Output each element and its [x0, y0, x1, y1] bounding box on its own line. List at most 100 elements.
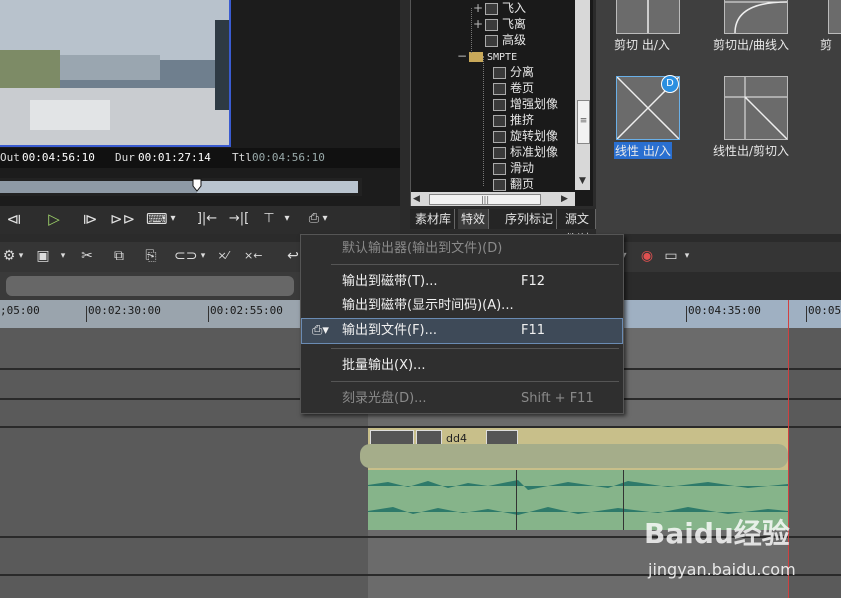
tree-item[interactable]: 推挤: [493, 112, 534, 128]
transition-thumb[interactable]: [724, 76, 788, 140]
layout-dropdown-icon[interactable]: ▾: [682, 247, 692, 265]
save-icon[interactable]: ▣: [34, 247, 52, 265]
video-clip[interactable]: dd4: [360, 428, 788, 470]
cut-icon[interactable]: ✂: [78, 247, 96, 265]
scroll-left-icon[interactable]: ◀: [413, 193, 425, 205]
export-icon: ⎙▾: [312, 323, 329, 338]
tree-horizontal-scrollbar[interactable]: ◀ ||| ▶: [411, 192, 575, 206]
export-dropdown-icon[interactable]: ▾: [320, 208, 330, 230]
ruler-tick-label: 00:04:35:00: [688, 304, 761, 317]
menu-item-burn-disc[interactable]: 刻录光盘(D)... Shift + F11: [302, 387, 622, 411]
blurred-clip-region: [360, 444, 788, 468]
tree-item-label: 翻页: [510, 177, 535, 191]
tab-library[interactable]: 素材库: [412, 209, 456, 229]
link-dropdown-icon[interactable]: ▾: [198, 247, 208, 265]
menu-item-export-to-tape-timecode[interactable]: 输出到磁带(显示时间码)(A)...: [302, 294, 622, 318]
transition-label: 剪切 出/入: [614, 38, 670, 52]
ruler-tick-label: 00:02:55:00: [210, 304, 283, 317]
step-forward-icon[interactable]: ⧐: [80, 208, 100, 230]
menu-item-export-to-file[interactable]: ⎙▾ 输出到文件(F)... F11: [301, 318, 623, 344]
ripple-delete-icon[interactable]: ×←: [244, 247, 262, 265]
delete-range-icon[interactable]: ×⁄: [214, 247, 232, 265]
menu-item-label: 刻录光盘(D)...: [342, 391, 427, 406]
ttl-label: Ttl: [232, 151, 252, 164]
tree-item[interactable]: + 飞离: [473, 16, 526, 32]
scrollbar-thumb[interactable]: |||: [429, 194, 541, 205]
tree-expander[interactable]: +: [473, 16, 485, 32]
out-timecode: 00:04:56:10: [22, 151, 95, 164]
tree-item[interactable]: 卷页: [493, 80, 534, 96]
link-icon[interactable]: ⊂⊃: [174, 247, 197, 265]
scrub-played: [0, 181, 197, 193]
tree-item[interactable]: − SMPTE: [457, 48, 517, 64]
copy-icon[interactable]: ⧉: [110, 247, 128, 265]
transition-thumb-selected[interactable]: D: [616, 75, 680, 140]
tree-item[interactable]: 旋转划像: [493, 128, 558, 144]
scroll-right-icon[interactable]: ▶: [561, 193, 573, 205]
tree-item-label: 分离: [510, 65, 535, 79]
default-badge: D: [661, 75, 679, 93]
clip-boundary: [623, 470, 624, 530]
tree-guide: [483, 56, 485, 186]
tree-item[interactable]: 分离: [493, 64, 534, 80]
loop-icon[interactable]: ⌨: [146, 208, 168, 230]
settings-dropdown-icon[interactable]: ▾: [16, 247, 26, 265]
tree-item[interactable]: 滑动: [493, 160, 534, 176]
tree-item[interactable]: 增强划像: [493, 96, 558, 112]
effects-tree: + 飞入 + 飞离 高级 − SMPTE 分离 卷页 增强划像 推挤 旋转划像 标准划…: [410, 0, 593, 206]
menu-item-label: 输出到磁带(T)...: [342, 274, 438, 289]
tree-item[interactable]: + 飞入: [473, 0, 526, 16]
out-label: Out: [0, 151, 20, 164]
set-in-icon[interactable]: ]|←: [194, 208, 220, 230]
cut-curve-transition-icon: [725, 1, 788, 34]
preview-scrubber[interactable]: [0, 178, 362, 196]
transition-icon: [493, 130, 506, 143]
color-wheel-icon[interactable]: ◉: [638, 247, 656, 265]
window-layout-icon[interactable]: ▭: [662, 247, 680, 265]
tab-source-browser[interactable]: 源文件浏览: [562, 209, 596, 266]
tree-expander[interactable]: −: [457, 48, 469, 64]
tab-effects[interactable]: 特效: [458, 209, 490, 229]
transition-icon: [493, 82, 506, 95]
menu-item-batch-export[interactable]: 批量输出(X)...: [302, 354, 622, 378]
panel-tabs: 素材库 特效 序列标记 源文件浏览: [410, 209, 596, 266]
menu-item-default-exporter[interactable]: 默认输出器(输出到文件)(D): [302, 237, 622, 261]
transition-label-selected: 线性 出/入: [614, 142, 672, 159]
step-back-icon[interactable]: ⧏: [4, 208, 24, 230]
linear-cut-transition-icon: [725, 77, 788, 140]
fast-forward-icon[interactable]: ⊳⊳: [110, 208, 135, 230]
transition-thumb[interactable]: [616, 0, 680, 34]
transition-thumb[interactable]: [828, 0, 841, 34]
tree-item-label: SMPTE: [487, 52, 518, 63]
tree-expander[interactable]: +: [473, 0, 485, 16]
split-dropdown-icon[interactable]: ▾: [282, 208, 292, 230]
menu-item-shortcut: F12: [521, 274, 546, 289]
menu-item-label: 输出到文件(F)...: [342, 323, 438, 338]
scroll-down-icon[interactable]: ▼: [577, 176, 588, 188]
tree-vertical-scrollbar[interactable]: ≡ ▼: [575, 0, 590, 190]
split-icon[interactable]: ⊤: [258, 208, 280, 230]
tree-guide: [471, 8, 473, 53]
set-out-icon[interactable]: →|[: [226, 208, 252, 230]
scrub-handle[interactable]: [192, 178, 202, 192]
tree-item[interactable]: 标准划像: [493, 144, 558, 160]
play-icon[interactable]: ▷: [44, 208, 64, 230]
track-header-strip: [0, 272, 300, 300]
tree-item-label: 高级: [502, 33, 527, 47]
paste-icon[interactable]: ⎘: [142, 247, 160, 265]
transition-icon: [493, 178, 506, 191]
save-dropdown-icon[interactable]: ▾: [58, 247, 68, 265]
loop-dropdown-icon[interactable]: ▾: [168, 208, 178, 230]
tree-item-label: 卷页: [510, 81, 535, 95]
tree-item[interactable]: 翻页: [493, 176, 534, 192]
menu-item-export-to-tape[interactable]: 输出到磁带(T)... F12: [302, 270, 622, 294]
blurred-track-info: [6, 276, 294, 296]
tree-item[interactable]: 高级: [485, 32, 526, 48]
watermark-url: jingyan.baidu.com: [648, 560, 796, 579]
transition-label: 剪切出/曲线入: [713, 38, 790, 52]
transition-icon: [493, 66, 506, 79]
transition-thumb[interactable]: [724, 0, 788, 34]
scrollbar-thumb[interactable]: ≡: [577, 100, 590, 144]
tree-item-label: 增强划像: [510, 97, 559, 111]
tab-sequence-markers[interactable]: 序列标记: [502, 209, 558, 229]
